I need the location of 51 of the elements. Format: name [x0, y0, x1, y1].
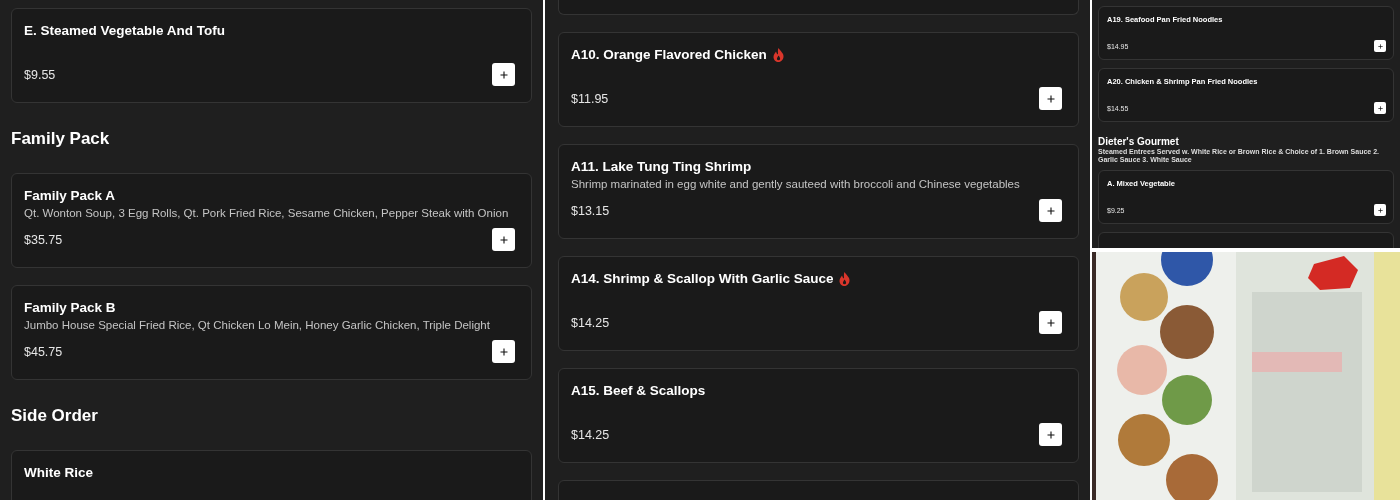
menu-item-card[interactable]: A14. Shrimp & Scallop With Garlic Sauce $14.25 — [558, 256, 1079, 351]
menu-item-card[interactable]: Family Pack B Jumbo House Special Fried Rice, Qt Chicken Lo Mein, Honey Garlic Chicken, Triple Delight $45.75 — [11, 285, 532, 380]
plus-icon — [1046, 94, 1055, 103]
plus-icon — [499, 347, 508, 356]
item-price: $11.95 — [571, 91, 609, 106]
add-button[interactable] — [1374, 102, 1386, 114]
menu-item-card[interactable]: A15. Beef & Scallops $14.25 — [558, 368, 1079, 463]
item-name: A11. Lake Tung Ting Shrimp — [571, 159, 752, 174]
item-price: $45.75 — [24, 344, 63, 359]
add-button[interactable] — [492, 340, 515, 363]
plus-icon — [499, 235, 508, 244]
plus-icon — [1377, 105, 1383, 111]
section-heading: Dieter's Gourmet — [1098, 136, 1180, 147]
add-button[interactable] — [492, 228, 515, 251]
plus-icon — [1046, 206, 1055, 215]
flame-icon — [772, 47, 784, 62]
add-button[interactable] — [1039, 87, 1062, 110]
menu-item-card[interactable]: E. Steamed Vegetable And Tofu $9.55 — [11, 8, 532, 103]
add-button[interactable] — [492, 63, 515, 86]
add-button[interactable] — [1039, 423, 1062, 446]
menu-item-card[interactable]: White Rice — [11, 450, 532, 500]
item-name: A15. Beef & Scallops — [571, 383, 706, 398]
plus-icon — [1377, 43, 1383, 49]
plus-icon — [499, 70, 508, 79]
add-button[interactable] — [1039, 199, 1062, 222]
plus-icon — [1377, 207, 1383, 213]
item-name: Family Pack B — [24, 300, 116, 315]
item-description: Jumbo House Special Fried Rice, Qt Chicken Lo Mein, Honey Garlic Chicken, Triple Delight — [24, 319, 491, 331]
plus-icon — [1046, 430, 1055, 439]
add-button[interactable] — [1374, 40, 1386, 52]
plus-icon — [1046, 318, 1055, 327]
menu-item-card[interactable]: A10. Orange Flavored Chicken $11.95 — [558, 32, 1079, 127]
add-button[interactable] — [1039, 311, 1062, 334]
item-name: A14. Shrimp & Scallop With Garlic Sauce — [571, 271, 834, 286]
item-price: $14.25 — [571, 427, 610, 442]
item-price: $9.55 — [24, 67, 56, 82]
add-button[interactable] — [1374, 204, 1386, 216]
item-name: Family Pack A — [24, 188, 116, 203]
menu-item-card[interactable]: A11. Lake Tung Ting Shrimp Shrimp marinated in egg white and gently sauteed with broccoli and Chinese vegetables $13.15 — [558, 144, 1079, 239]
item-description: Qt. Wonton Soup, 3 Egg Rolls, Qt. Pork Fried Rice, Sesame Chicken, Pepper Steak with Onion — [24, 207, 510, 219]
item-name: White Rice — [24, 465, 93, 480]
section-heading: Side Order — [11, 406, 99, 426]
item-name: A10. Orange Flavored Chicken — [571, 47, 767, 62]
item-price: $13.15 — [571, 203, 610, 218]
flame-icon — [839, 271, 851, 286]
item-price: $35.75 — [24, 232, 63, 247]
item-name: E. Steamed Vegetable And Tofu — [24, 23, 226, 38]
item-price: $14.25 — [571, 315, 610, 330]
section-heading: Family Pack — [11, 129, 111, 149]
menu-item-card[interactable]: Family Pack A Qt. Wonton Soup, 3 Egg Rolls, Qt. Pork Fried Rice, Sesame Chicken, Pepper Steak with Onion $35.75 — [11, 173, 532, 268]
item-description: Shrimp marinated in egg white and gently sauteed with broccoli and Chinese vegetables — [571, 178, 1021, 190]
